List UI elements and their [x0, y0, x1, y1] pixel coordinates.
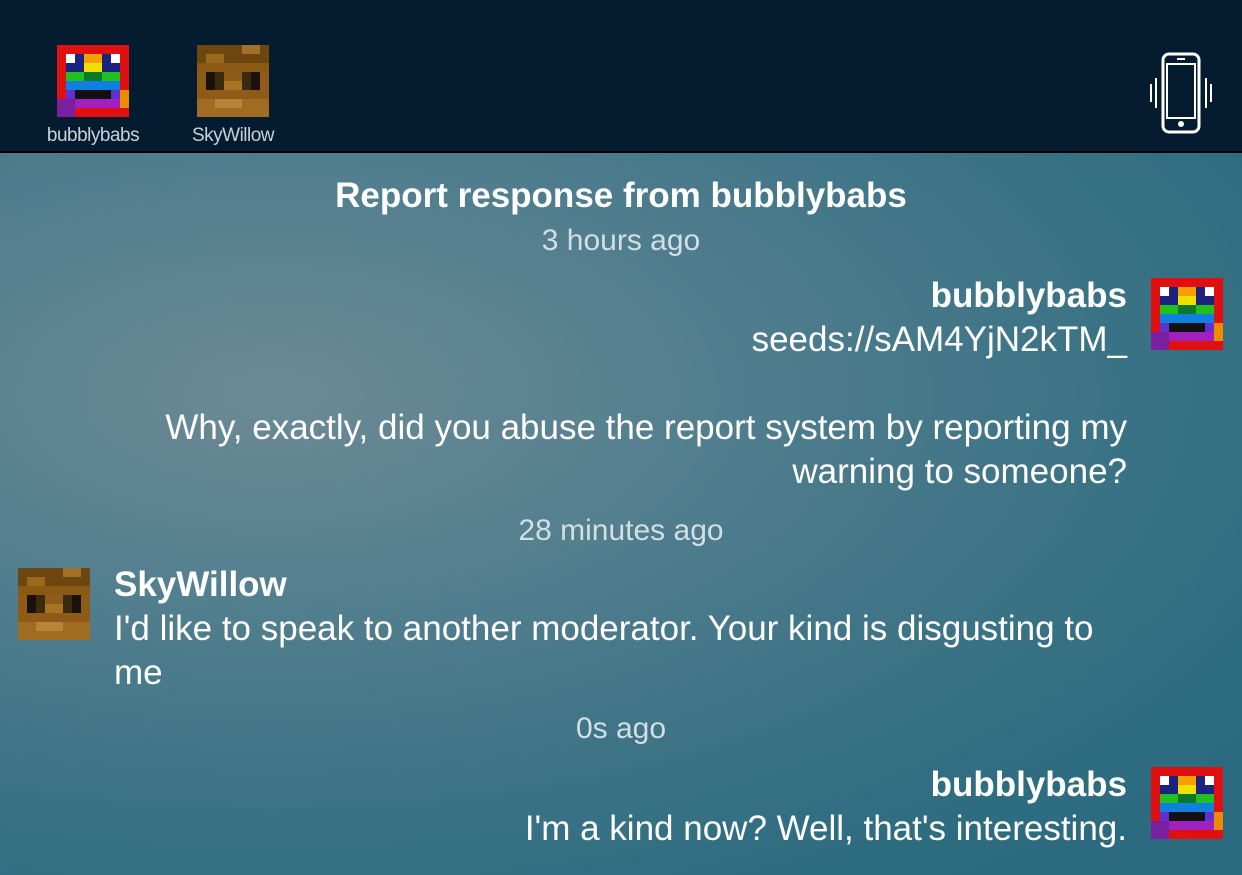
message-line: I'd like to speak to another moderator. …: [114, 609, 1094, 648]
message-line: warning to someone?: [792, 452, 1127, 491]
brown-pixel-face-icon[interactable]: [18, 568, 90, 640]
phone-vibrate-icon[interactable]: [1146, 52, 1216, 134]
message-bubblybabs: bubblybabs seeds://sAM4YjN2kTM_ Why, exa…: [165, 274, 1127, 494]
message-sender: bubblybabs: [930, 276, 1127, 315]
message-line: me: [114, 653, 163, 692]
conversation-title: Report response from bubblybabs: [335, 176, 907, 215]
message-line: [165, 362, 1127, 406]
message-line: I'm a kind now? Well, that's interesting…: [524, 809, 1127, 848]
top-bar: bubblybabs SkyWillow: [0, 0, 1242, 153]
message-timestamp: 28 minutes ago: [518, 514, 724, 547]
brown-pixel-face-icon: [197, 45, 269, 117]
message-line: Why, exactly, did you abuse the report s…: [165, 408, 1127, 447]
message-line: seeds://sAM4YjN2kTM_: [751, 320, 1127, 359]
message-sender: bubblybabs: [930, 765, 1127, 804]
rainbow-pixel-face-icon: [57, 45, 129, 117]
rainbow-pixel-face-icon[interactable]: [1151, 767, 1223, 839]
participant-name: SkyWillow: [191, 125, 275, 146]
participant-skywillow[interactable]: SkyWillow: [173, 45, 293, 147]
participant-bubblybabs[interactable]: bubblybabs: [33, 45, 153, 147]
message-sender: SkyWillow: [114, 565, 287, 604]
participant-name: bubblybabs: [46, 125, 140, 146]
message-skywillow: SkyWillow I'd like to speak to another m…: [114, 563, 1094, 695]
message-bubblybabs: bubblybabs I'm a kind now? Well, that's …: [525, 763, 1127, 851]
rainbow-pixel-face-icon[interactable]: [1151, 278, 1223, 350]
message-timestamp: 3 hours ago: [541, 224, 701, 257]
message-timestamp: 0s ago: [575, 712, 667, 745]
